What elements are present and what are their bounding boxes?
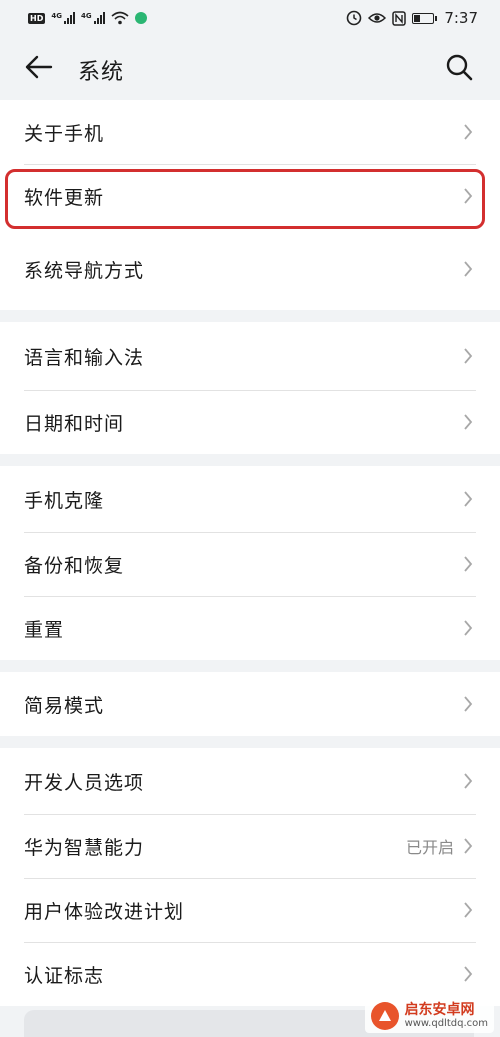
setting-simple-mode[interactable]: 简易模式: [0, 672, 500, 736]
setting-software-update[interactable]: 软件更新: [0, 164, 500, 228]
chevron-right-icon: [462, 836, 474, 856]
chevron-right-icon: [462, 964, 474, 984]
wifi-icon: [111, 11, 129, 25]
setting-developer-options[interactable]: 开发人员选项: [0, 748, 500, 814]
setting-label: 简易模式: [24, 694, 105, 717]
setting-label: 华为智慧能力: [24, 836, 145, 859]
signal-icon: 4G: [51, 12, 75, 24]
setting-label: 关于手机: [24, 122, 105, 145]
status-left: HD 4G 4G: [28, 11, 147, 25]
search-button[interactable]: [442, 50, 476, 84]
chevron-right-icon: [462, 554, 474, 574]
alarm-icon: [347, 10, 362, 26]
setting-phone-clone[interactable]: 手机克隆: [0, 466, 500, 532]
search-icon: [446, 54, 473, 81]
setting-language-input[interactable]: 语言和输入法: [0, 322, 500, 390]
setting-label: 开发人员选项: [24, 771, 145, 794]
setting-status-value: 已开启: [405, 838, 454, 857]
chevron-right-icon: [462, 900, 474, 920]
settings-group-5: 开发人员选项 华为智慧能力 已开启 用户体验改进计划 认证标志: [0, 748, 500, 1006]
watermark-url: www.qdltdq.com: [404, 1018, 488, 1030]
status-time: 7:37: [444, 9, 478, 27]
settings-list: 关于手机 软件更新 系统导航方式 语言和输入法 日期和时间 手机克隆 备份和恢复…: [0, 100, 500, 1018]
eye-comfort-icon: [368, 13, 387, 23]
settings-group-1: 关于手机 软件更新 系统导航方式: [0, 100, 500, 310]
watermark-name: 启东安卓网: [404, 1001, 475, 1018]
setting-label: 手机克隆: [24, 489, 105, 512]
chevron-right-icon: [462, 694, 474, 714]
chevron-right-icon: [462, 771, 474, 791]
arrow-left-icon: [25, 55, 53, 79]
page-title: 系统: [78, 60, 125, 85]
setting-certification-logos[interactable]: 认证标志: [0, 942, 500, 1006]
setting-navigation-mode[interactable]: 系统导航方式: [0, 228, 500, 310]
setting-huawei-ai[interactable]: 华为智慧能力 已开启: [0, 814, 500, 878]
hd-badge: HD: [28, 12, 46, 24]
watermark-text: 启东安卓网 www.qdltdq.com: [404, 1001, 488, 1030]
chevron-right-icon: [462, 346, 474, 366]
setting-about-phone[interactable]: 关于手机: [0, 100, 500, 164]
back-button[interactable]: [22, 50, 56, 84]
setting-label: 日期和时间: [24, 412, 125, 435]
battery-icon: [412, 12, 438, 24]
setting-label: 备份和恢复: [24, 554, 125, 577]
settings-group-4: 简易模式: [0, 672, 500, 736]
setting-label: 用户体验改进计划: [24, 900, 185, 923]
setting-reset[interactable]: 重置: [0, 596, 500, 660]
nfc-icon: [392, 10, 407, 26]
network-type-2: 4G: [80, 12, 92, 20]
chevron-right-icon: [462, 489, 474, 509]
green-status-icon: [134, 12, 147, 24]
chevron-right-icon: [462, 412, 474, 432]
chevron-right-icon: [462, 618, 474, 638]
setting-label: 认证标志: [24, 964, 105, 987]
chevron-right-icon: [462, 259, 474, 279]
settings-group-2: 语言和输入法 日期和时间: [0, 322, 500, 454]
settings-screen: HD 4G 4G 7:37 系统 关于手机 软件更新 系统导航方式 语言和输入法…: [0, 0, 500, 1037]
signal-icon-2: 4G: [81, 12, 105, 24]
setting-date-time[interactable]: 日期和时间: [0, 390, 500, 454]
network-type-1: 4G: [51, 12, 62, 20]
chevron-right-icon: [462, 186, 474, 206]
status-bar: HD 4G 4G 7:37: [0, 0, 500, 36]
chevron-right-icon: [462, 122, 474, 142]
watermark-logo-icon: [370, 1002, 399, 1030]
setting-ux-improvement[interactable]: 用户体验改进计划: [0, 878, 500, 942]
site-watermark: 启东安卓网 www.qdltdq.com: [364, 999, 494, 1033]
status-right: 7:37: [346, 9, 478, 27]
settings-group-3: 手机克隆 备份和恢复 重置: [0, 466, 500, 660]
app-header: 系统: [0, 36, 500, 100]
setting-label: 语言和输入法: [24, 346, 145, 369]
setting-label: 系统导航方式: [24, 259, 145, 282]
setting-label: 重置: [24, 618, 65, 641]
setting-label: 软件更新: [24, 186, 105, 209]
setting-backup-restore[interactable]: 备份和恢复: [0, 532, 500, 596]
